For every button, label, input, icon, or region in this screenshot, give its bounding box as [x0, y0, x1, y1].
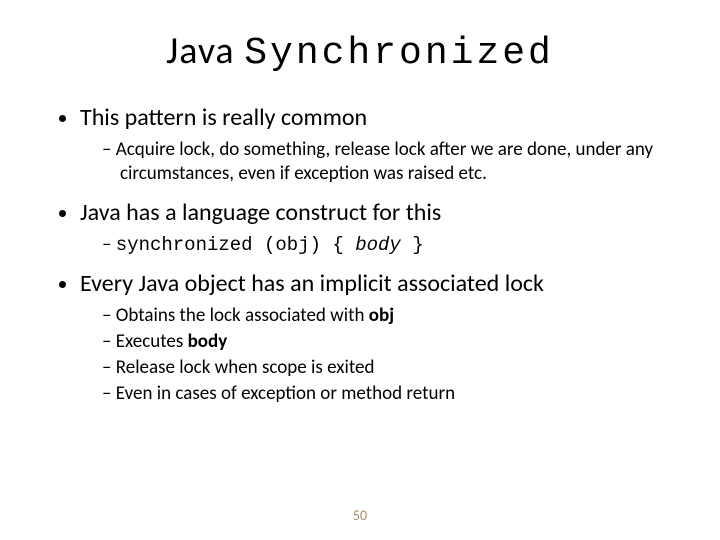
page-number: 50 — [50, 507, 670, 524]
b3s2-text: Executes — [116, 330, 188, 353]
bullet-1-text: This pattern is really common — [80, 103, 367, 132]
bullet-2-sublist: synchronized (obj) { body } — [80, 233, 670, 258]
bullet-3-sub-4: Even in cases of exception or method ret… — [102, 382, 670, 406]
bullet-2: Java has a language construct for this s… — [80, 198, 670, 258]
bullet-1-sub-1: Acquire lock, do something, release lock… — [102, 138, 670, 186]
bullet-1-sublist: Acquire lock, do something, release lock… — [80, 138, 670, 186]
bullet-1: This pattern is really common Acquire lo… — [80, 103, 670, 186]
code-body-italic: body — [355, 234, 401, 256]
b3s2-bold: body — [188, 330, 228, 353]
bullet-3-sub-2: Executes body — [102, 330, 670, 354]
bullet-3-sublist: Obtains the lock associated with obj Exe… — [80, 304, 670, 405]
slide: Java Synchronized This pattern is really… — [0, 0, 720, 540]
bullet-3: Every Java object has an implicit associ… — [80, 269, 670, 405]
bullet-2-text: Java has a language construct for this — [80, 198, 441, 227]
code-end: } — [401, 234, 424, 256]
code-synchronized: synchronized (obj) { — [116, 234, 355, 256]
title-text-mono: Synchronized — [244, 32, 554, 75]
bullet-2-sub-1: synchronized (obj) { body } — [102, 233, 670, 258]
bullet-3-sub-3: Release lock when scope is exited — [102, 356, 670, 380]
bullet-list: This pattern is really common Acquire lo… — [50, 103, 670, 417]
bullet-3-sub-1: Obtains the lock associated with obj — [102, 304, 670, 328]
b3s1-text: Obtains the lock associated with — [116, 304, 369, 327]
slide-title: Java Synchronized — [50, 28, 670, 75]
b3s1-bold: obj — [369, 304, 394, 327]
bullet-3-text: Every Java object has an implicit associ… — [80, 269, 544, 298]
title-text-plain: Java — [166, 28, 244, 74]
